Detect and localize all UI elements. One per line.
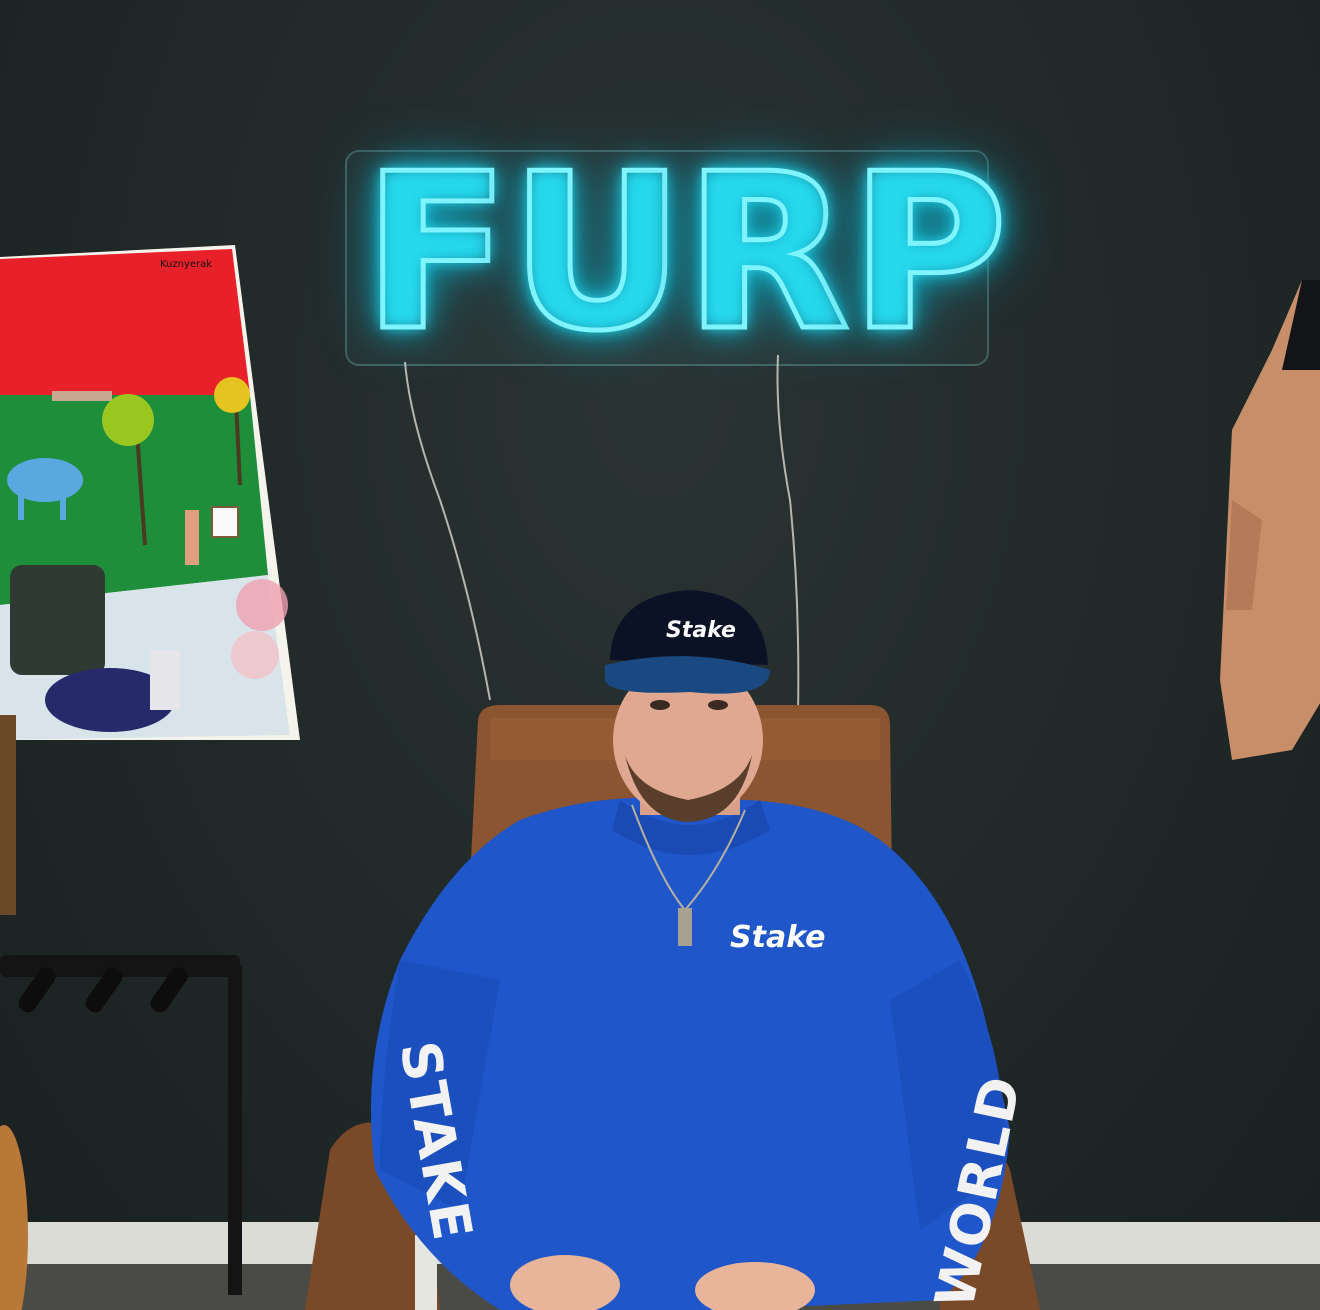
shirt-chest-logo: Stake bbox=[730, 920, 826, 955]
seated-person bbox=[370, 590, 1011, 1310]
cap-logo: Stake bbox=[666, 618, 736, 643]
photo-scene: F U R P Kuznyerak Stake Stake STAKE WORL… bbox=[0, 0, 1320, 1310]
